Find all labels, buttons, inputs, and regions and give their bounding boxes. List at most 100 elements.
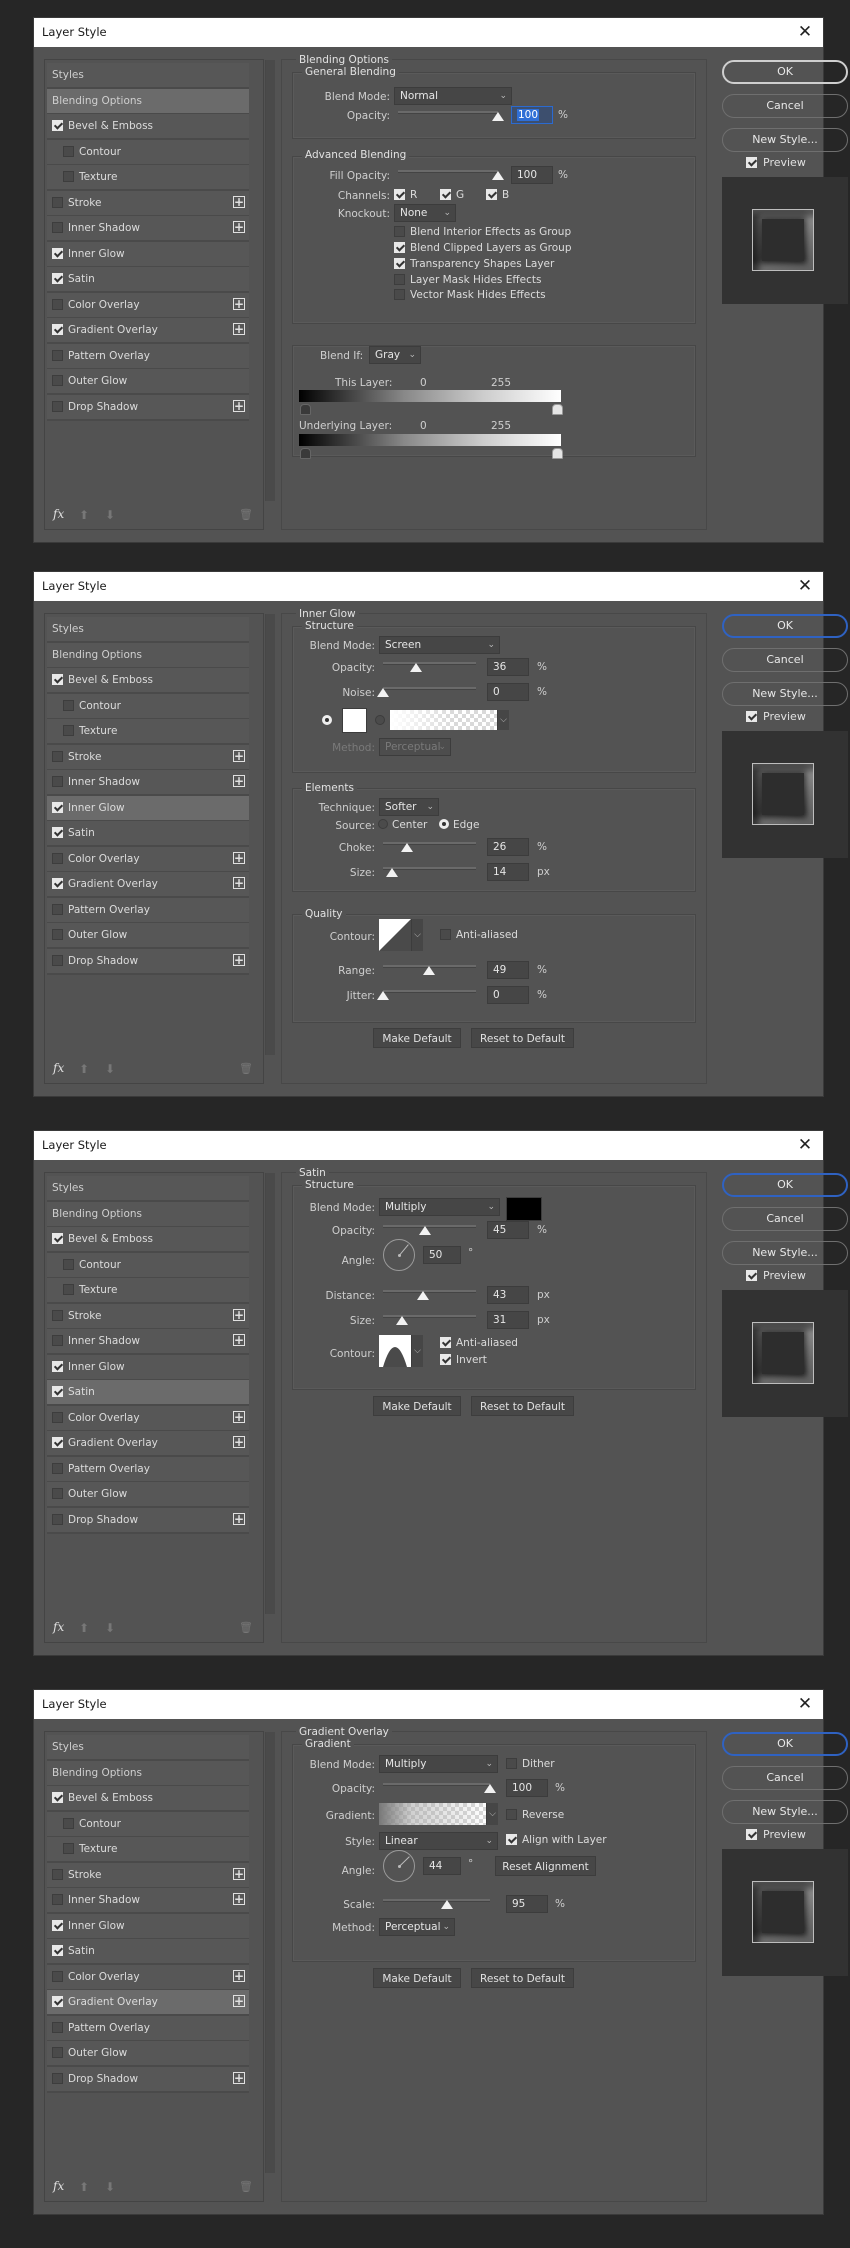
blend-interior-effects-checkbox[interactable]: Blend Interior Effects as Group [394, 226, 571, 238]
fx-icon[interactable]: fx [53, 1061, 64, 1075]
add-effect-plus-icon[interactable]: + [233, 775, 245, 787]
sidebar-item-pattern-overlay[interactable]: Pattern Overlay [47, 2015, 249, 2042]
fx-icon[interactable]: fx [53, 507, 64, 521]
sidebar-item-outer-glow[interactable]: Outer Glow [47, 1482, 249, 1508]
effect-checkbox[interactable] [52, 929, 63, 940]
invert-checkbox[interactable]: Invert [440, 1354, 487, 1366]
move-down-icon[interactable]: ⬇ [105, 1621, 115, 1635]
this-layer-white-slider[interactable] [552, 404, 563, 415]
method-select[interactable]: Perceptual ⌄ [379, 1918, 455, 1936]
sidebar-item-drop-shadow[interactable]: Drop Shadow + [47, 2066, 249, 2093]
slider-track[interactable] [383, 1290, 476, 1293]
solid-color-radio[interactable] [322, 715, 332, 725]
effect-checkbox[interactable] [52, 2072, 63, 2084]
sidebar-item-stroke[interactable]: Stroke + [47, 1303, 249, 1330]
sidebar-item-drop-shadow[interactable]: Drop Shadow + [47, 1507, 249, 1534]
slider-thumb[interactable] [401, 843, 414, 852]
trash-icon[interactable]: 🗑 [239, 1062, 253, 1075]
opacity-input[interactable]: 100 [511, 106, 553, 124]
checkbox-box[interactable] [440, 1337, 451, 1348]
effect-checkbox[interactable] [52, 1437, 63, 1448]
sidebar-scrollbar[interactable] [265, 1173, 275, 1614]
slider-track[interactable] [383, 687, 476, 690]
move-down-icon[interactable]: ⬇ [105, 508, 115, 522]
underlying-black-slider[interactable] [300, 448, 311, 459]
sidebar-item-contour[interactable]: Contour [47, 1811, 249, 1838]
checkbox-box[interactable] [394, 189, 405, 200]
blend-mode-select[interactable]: Screen ⌄ [379, 636, 500, 654]
size-slider[interactable] [383, 864, 476, 877]
reset-alignment-button[interactable]: Reset Alignment [495, 1856, 596, 1876]
effect-checkbox[interactable] [52, 1309, 63, 1321]
effect-checkbox[interactable] [52, 1894, 63, 1905]
sidebar-item-outer-glow[interactable]: Outer Glow [47, 369, 249, 395]
opacity-slider[interactable] [398, 108, 504, 121]
sidebar-item-blending-options[interactable]: Blending Options [47, 1201, 249, 1228]
effect-checkbox[interactable] [52, 2047, 63, 2058]
sidebar-item-gradient-overlay[interactable]: Gradient Overlay + [47, 318, 249, 344]
effect-checkbox[interactable] [52, 1335, 63, 1346]
slider-thumb[interactable] [492, 112, 504, 121]
make-default-button[interactable]: Make Default [373, 1028, 461, 1048]
close-icon[interactable]: ✕ [795, 572, 815, 601]
sidebar-item-pattern-overlay[interactable]: Pattern Overlay [47, 343, 249, 370]
effect-checkbox[interactable] [52, 247, 63, 259]
trash-icon[interactable]: 🗑 [239, 1621, 253, 1634]
contour-dropdown-chevron[interactable]: ⌵ [411, 919, 423, 951]
opacity-input[interactable]: 45 [487, 1221, 529, 1239]
sidebar-item-pattern-overlay[interactable]: Pattern Overlay [47, 1456, 249, 1483]
opacity-input[interactable]: 100 [506, 1779, 548, 1797]
add-effect-plus-icon[interactable]: + [233, 1334, 245, 1346]
sidebar-item-texture[interactable]: Texture [47, 1278, 249, 1304]
slider-track[interactable] [383, 842, 476, 845]
trash-icon[interactable]: 🗑 [239, 2180, 253, 2193]
effect-checkbox[interactable] [52, 120, 63, 131]
effect-checkbox[interactable] [52, 801, 63, 813]
sidebar-item-inner-shadow[interactable]: Inner Shadow + [47, 770, 249, 796]
add-effect-plus-icon[interactable]: + [233, 1867, 245, 1880]
make-default-button[interactable]: Make Default [373, 1396, 461, 1416]
effect-checkbox[interactable] [63, 1258, 74, 1270]
add-effect-plus-icon[interactable]: + [233, 323, 245, 335]
checkbox-box[interactable] [394, 258, 405, 269]
slider-thumb[interactable] [386, 868, 399, 877]
effect-checkbox[interactable] [52, 2021, 63, 2033]
effect-checkbox[interactable] [52, 222, 63, 233]
range-slider[interactable] [383, 962, 476, 975]
effect-checkbox[interactable] [52, 852, 63, 864]
cancel-button[interactable]: Cancel [722, 94, 848, 118]
noise-input[interactable]: 0 [487, 683, 529, 701]
sidebar-item-inner-glow[interactable]: Inner Glow [47, 1913, 249, 1940]
vector-mask-hides-effects-checkbox[interactable]: Vector Mask Hides Effects [394, 289, 546, 301]
jitter-input[interactable]: 0 [487, 986, 529, 1004]
effect-checkbox[interactable] [52, 1462, 63, 1474]
contour-dropdown-chevron[interactable]: ⌵ [411, 1335, 423, 1367]
effect-checkbox[interactable] [52, 1996, 63, 2007]
add-effect-plus-icon[interactable]: + [233, 1436, 245, 1448]
slider-thumb[interactable] [377, 991, 389, 1000]
effect-checkbox[interactable] [52, 1919, 63, 1931]
checkbox-box[interactable] [440, 1354, 451, 1365]
gradient-dropdown-chevron[interactable]: ⌵ [486, 1803, 498, 1825]
effect-checkbox[interactable] [52, 349, 63, 361]
sidebar-item-stroke[interactable]: Stroke + [47, 190, 249, 217]
sidebar-item-pattern-overlay[interactable]: Pattern Overlay [47, 897, 249, 924]
radio-dot[interactable] [439, 819, 449, 829]
effect-checkbox[interactable] [63, 725, 74, 736]
checkbox-box[interactable] [506, 1758, 517, 1769]
slider-track[interactable] [383, 990, 476, 993]
sidebar-item-styles[interactable]: Styles [47, 1735, 249, 1761]
sidebar-item-blending-options[interactable]: Blending Options [47, 1760, 249, 1787]
sidebar-item-texture[interactable]: Texture [47, 1837, 249, 1863]
preview-checkbox[interactable]: Preview [746, 1828, 846, 1841]
gradient-picker[interactable] [379, 1803, 486, 1825]
sidebar-item-styles[interactable]: Styles [47, 63, 249, 89]
effect-checkbox[interactable] [52, 1513, 63, 1525]
sidebar-item-outer-glow[interactable]: Outer Glow [47, 2041, 249, 2067]
slider-thumb[interactable] [377, 688, 389, 697]
effect-checkbox[interactable] [52, 273, 63, 284]
sidebar-item-inner-glow[interactable]: Inner Glow [47, 241, 249, 268]
preview-checkbox[interactable]: Preview [746, 710, 846, 723]
add-effect-plus-icon[interactable]: + [233, 1512, 245, 1525]
slider-track[interactable] [383, 662, 476, 665]
